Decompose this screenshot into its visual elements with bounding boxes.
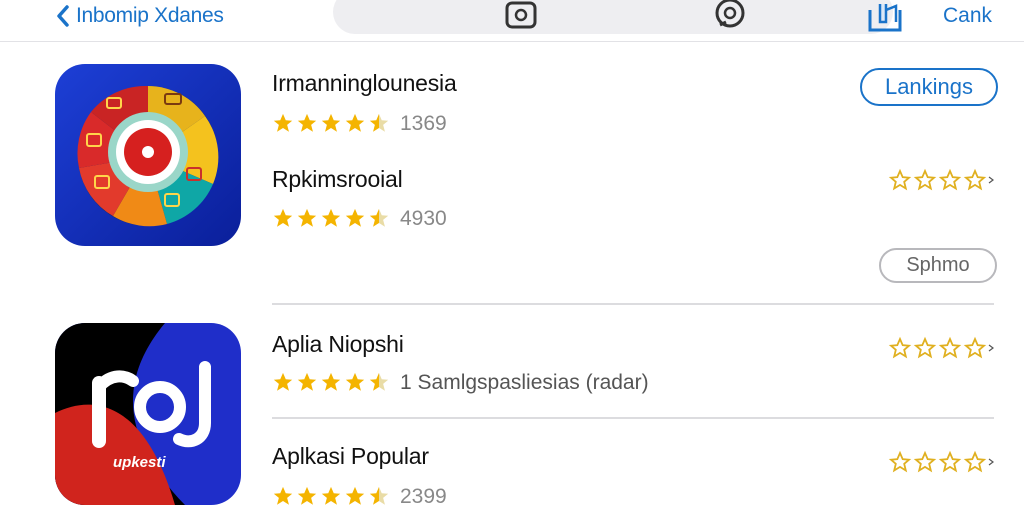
back-label: Inbomip Xdanes xyxy=(76,4,224,27)
star-outline-icon xyxy=(913,168,937,191)
star-icon xyxy=(321,372,341,391)
outline-stars[interactable] xyxy=(888,168,994,192)
star-outline-icon xyxy=(913,450,937,473)
star-outline-icon xyxy=(963,450,987,473)
star-icon xyxy=(273,208,293,227)
star-icon xyxy=(345,372,365,391)
outline-stars[interactable] xyxy=(888,336,994,360)
app-title[interactable]: Rpkimsrooial xyxy=(272,166,403,193)
star-icon xyxy=(297,113,317,132)
star-icon xyxy=(345,208,365,227)
half-star-icon xyxy=(369,486,389,505)
star-icon xyxy=(297,486,317,505)
rating-count: 4930 xyxy=(400,207,447,230)
app-title[interactable]: Aplkasi Popular xyxy=(272,443,429,470)
divider xyxy=(272,417,994,419)
star-icon xyxy=(345,486,365,505)
app-icon-wordmark: upkesti xyxy=(113,454,166,471)
star-rating xyxy=(272,370,392,394)
rating-count: 1369 xyxy=(400,112,447,135)
star-outline-icon xyxy=(963,336,987,359)
caret-icon xyxy=(988,176,994,184)
rating-count: 1 Samlgspasliesias (radar) xyxy=(400,371,649,394)
star-icon xyxy=(273,372,293,391)
star-outline-icon xyxy=(938,168,962,191)
star-icon xyxy=(273,113,293,132)
star-rating xyxy=(272,484,392,508)
back-button[interactable]: Inbomip Xdanes xyxy=(52,2,224,30)
lankings-button[interactable]: Lankings xyxy=(860,68,998,106)
app-icon-wheel[interactable] xyxy=(55,64,241,246)
star-icon xyxy=(321,486,341,505)
app-store-search-page: Inbomip Xdanes Cank upkesti Irmanninglou… xyxy=(0,0,1024,512)
half-star-icon xyxy=(369,208,389,227)
star-icon xyxy=(321,208,341,227)
star-rating xyxy=(272,206,392,230)
app-icon-rol[interactable]: upkesti xyxy=(55,323,241,505)
caret-icon xyxy=(988,344,994,352)
divider xyxy=(272,303,994,305)
star-icon xyxy=(273,486,293,505)
star-icon xyxy=(297,372,317,391)
sphmo-button[interactable]: Sphmo xyxy=(879,248,997,283)
app-title[interactable]: Irmanninglounesia xyxy=(272,70,457,97)
star-icon xyxy=(345,113,365,132)
half-star-icon xyxy=(369,372,389,391)
chevron-left-icon xyxy=(52,2,74,30)
cancel-button[interactable]: Cank xyxy=(943,2,992,30)
star-outline-icon xyxy=(963,168,987,191)
star-icon xyxy=(297,208,317,227)
star-outline-icon xyxy=(888,336,912,359)
star-outline-icon xyxy=(888,450,912,473)
star-outline-icon xyxy=(913,336,937,359)
outline-stars[interactable] xyxy=(888,450,994,474)
star-rating xyxy=(272,111,392,135)
star-icon xyxy=(321,113,341,132)
star-outline-icon xyxy=(938,336,962,359)
lens-icon[interactable] xyxy=(712,0,748,30)
search-field[interactable] xyxy=(333,0,893,34)
app-title[interactable]: Aplia Niopshi xyxy=(272,331,404,358)
half-star-icon xyxy=(369,113,389,132)
camera-icon[interactable] xyxy=(504,0,538,30)
star-outline-icon xyxy=(938,450,962,473)
rating-count: 2399 xyxy=(400,485,447,508)
star-outline-icon xyxy=(888,168,912,191)
caret-icon xyxy=(988,458,994,466)
share-icon[interactable] xyxy=(866,0,906,32)
top-bar: Inbomip Xdanes Cank xyxy=(0,0,1024,42)
